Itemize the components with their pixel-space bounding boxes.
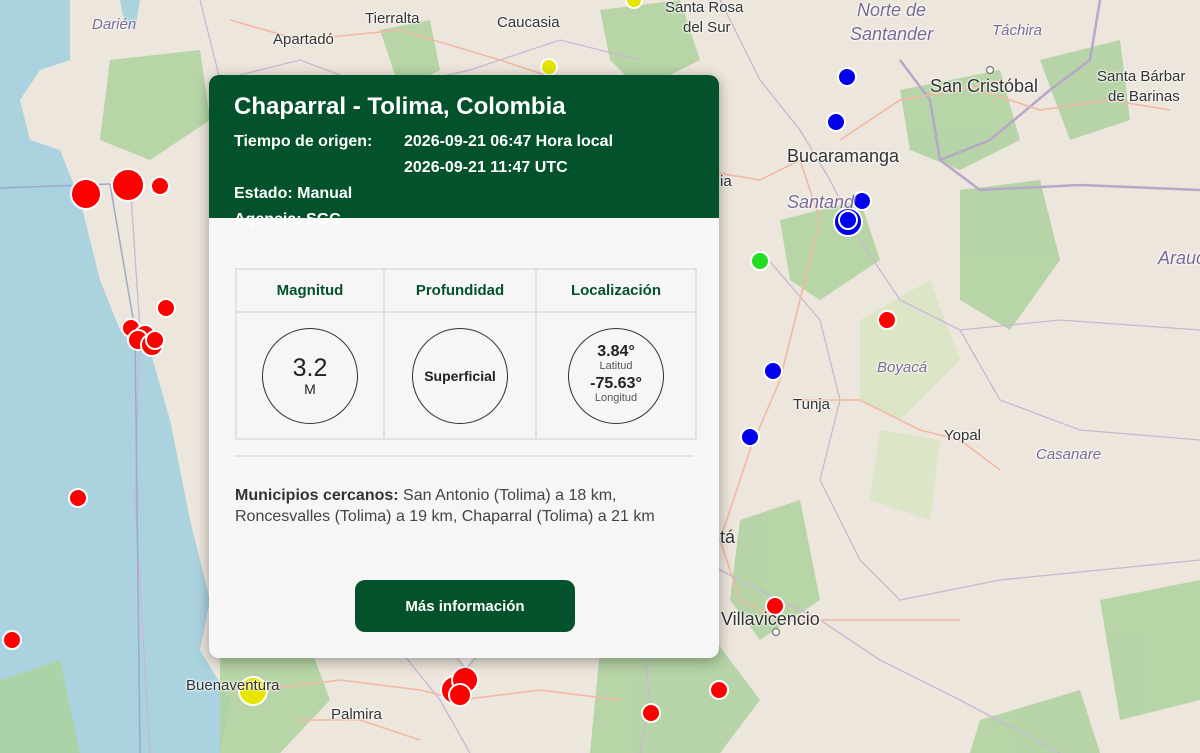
depth-cell: Superficial: [385, 313, 537, 438]
label-del-sur: del Sur: [683, 19, 731, 36]
magnitude-circle: 3.2 M: [262, 327, 358, 424]
metrics-table: Magnitud Profundidad Localización 3.2 M …: [235, 268, 697, 440]
popup-divider: [235, 455, 693, 457]
earthquake-popup: Chaparral - Tolima, Colombia Tiempo de o…: [209, 75, 719, 658]
origin-time-label: Tiempo de origen:: [234, 133, 373, 150]
label-norte-santander: Santander: [850, 24, 934, 44]
label-boyaca: Boyacá: [877, 359, 928, 376]
popup-header: Chaparral - Tolima, Colombia Tiempo de o…: [209, 75, 719, 228]
popup-title: Chaparral - Tolima, Colombia: [234, 93, 566, 120]
more-info-button[interactable]: Más información: [355, 580, 575, 632]
longitude-value: -75.63°: [590, 374, 642, 392]
label-buenaventura: Buenaventura: [186, 677, 280, 694]
label-arauca: Arauc: [1158, 248, 1200, 268]
depth-circle: Superficial: [412, 327, 508, 424]
latitude-label: Latitud: [599, 359, 633, 372]
magnitude-value: 3.2: [292, 353, 328, 382]
magnitude-header-cell: Magnitud: [237, 270, 385, 313]
label-bucaramanga: Bucaramanga: [787, 146, 900, 166]
status-text: Estado: Manual: [234, 185, 353, 202]
label-norte-de: Norte de: [857, 0, 927, 20]
depth-value: Superficial: [424, 367, 496, 384]
label-caucasia: Caucasia: [497, 14, 560, 31]
label-casanare: Casanare: [1036, 446, 1102, 463]
label-tierralta: Tierralta: [365, 10, 420, 27]
location-cell: 3.84° Latitud -75.63° Longitud: [537, 313, 695, 438]
label-santa-rosa: Santa Rosa: [665, 0, 744, 16]
label-ia: ia: [720, 173, 732, 190]
label-palmira: Palmira: [331, 706, 382, 723]
agency-text: Agencia: SGC: [234, 211, 341, 228]
magnitude-header: Magnitud: [276, 282, 344, 299]
origin-time-local: 2026-09-21 06:47 Hora local: [404, 133, 614, 150]
location-header-cell: Localización: [537, 270, 695, 313]
nearby-municipalities: Municipios cercanos: San Antonio (Tolima…: [235, 485, 697, 527]
location-header: Localización: [570, 282, 662, 299]
depth-header-cell: Profundidad: [385, 270, 537, 313]
label-santa-barbara: Santa Bárbar: [1097, 68, 1186, 85]
label-tunja: Tunja: [793, 396, 830, 413]
location-circle: 3.84° Latitud -75.63° Longitud: [568, 327, 664, 424]
magnitude-unit: M: [304, 380, 316, 397]
label-san-cristobal: San Cristóbal: [930, 76, 1039, 96]
label-santander: Santand: [787, 192, 855, 212]
label-de-barinas: de Barinas: [1108, 88, 1180, 105]
label-apartado: Apartadó: [273, 31, 334, 48]
nearby-label: Municipios cercanos:: [235, 487, 399, 504]
origin-time-row: Tiempo de origen: 2026-09-21 06:47 Hora …: [234, 129, 694, 155]
depth-header: Profundidad: [415, 282, 505, 299]
label-villavicencio: Villavicencio: [721, 609, 820, 629]
longitude-label: Longitud: [594, 391, 638, 404]
latitude-value: 3.84°: [597, 342, 635, 360]
origin-time-utc: 2026-09-21 11:47 UTC: [404, 159, 568, 176]
magnitude-cell: 3.2 M: [237, 313, 385, 438]
label-darien: Darién: [92, 16, 137, 33]
label-bogota: tá: [720, 527, 736, 547]
label-tachira: Táchira: [992, 22, 1043, 39]
label-yopal: Yopal: [944, 427, 981, 444]
